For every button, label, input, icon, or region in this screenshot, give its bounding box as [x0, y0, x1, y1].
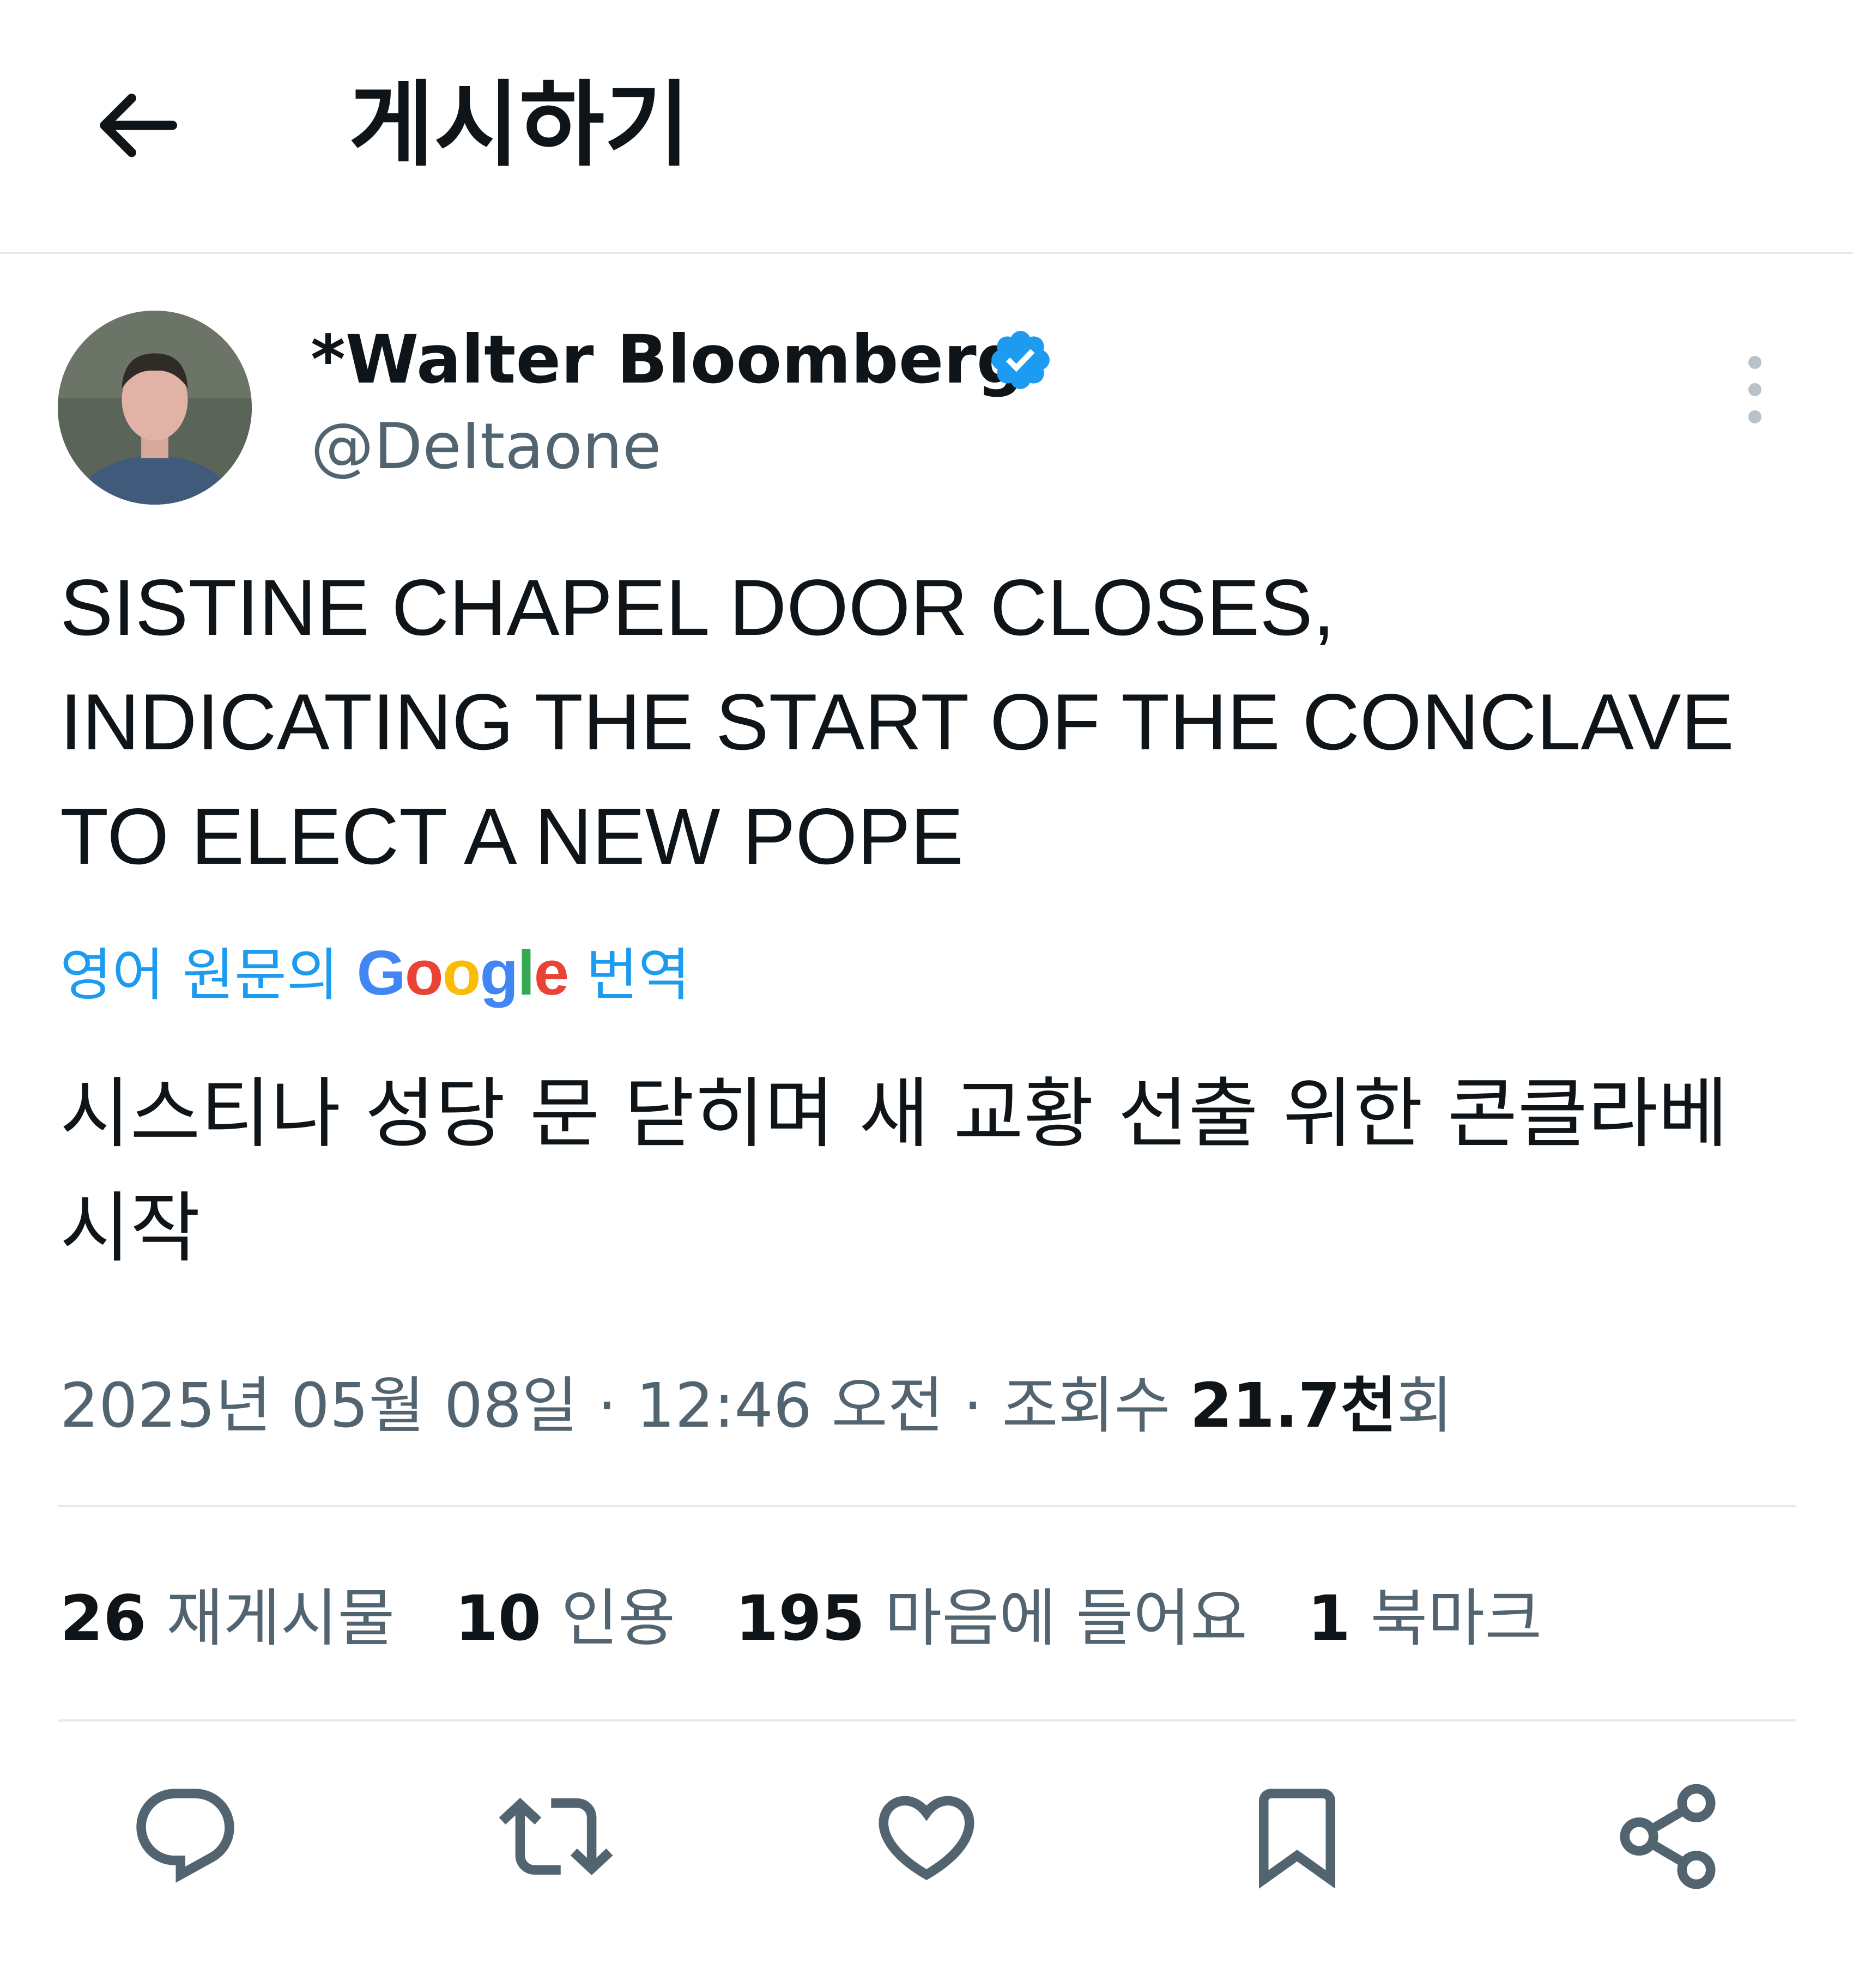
google-logo: Google	[356, 937, 570, 1008]
translate-link[interactable]: 영어 원문의 Google 번역	[60, 929, 691, 1019]
bookmark-button[interactable]	[1240, 1779, 1354, 1894]
avatar-image	[58, 311, 252, 505]
bookmarks-label: 북마크	[1370, 1582, 1542, 1654]
repost-icon	[499, 1797, 613, 1876]
verified-badge-icon	[986, 326, 1055, 394]
likes-stat[interactable]: 195 마음에 들어요	[735, 1575, 1248, 1662]
tweet-text: SISTINE CHAPEL DOOR CLOSES, INDICATING T…	[60, 563, 1734, 881]
engagement-stats: 26 재게시물 10 인용 195 마음에 들어요 1 북마크	[60, 1575, 1542, 1662]
translated-text: 시스티나 성당 문 닫히며 새 교황 선출 위한 콘클라베 시작	[60, 1070, 1728, 1273]
reply-button[interactable]	[128, 1779, 243, 1894]
bookmarks-count: 1	[1307, 1582, 1351, 1654]
more-vertical-icon	[1748, 356, 1761, 423]
views-suffix: 회	[1396, 1371, 1453, 1441]
share-icon	[1620, 1784, 1716, 1889]
reposts-stat[interactable]: 26 재게시물	[60, 1575, 395, 1662]
bookmarks-stat[interactable]: 1 북마크	[1307, 1575, 1542, 1662]
header-divider	[0, 252, 1853, 254]
reposts-label: 재게시물	[166, 1582, 395, 1654]
bookmark-icon	[1259, 1789, 1335, 1889]
reposts-count: 26	[60, 1582, 147, 1654]
reply-icon	[136, 1789, 234, 1883]
divider	[58, 1505, 1796, 1507]
arrow-left-icon	[100, 93, 177, 157]
views-label: 조회수	[1002, 1371, 1171, 1441]
tweet-meta: 2025년 05월 08일 · 12:46 오전 · 조회수 21.7천회	[60, 1362, 1453, 1450]
quotes-label: 인용	[561, 1582, 676, 1654]
like-icon	[879, 1796, 974, 1881]
quotes-count: 10	[455, 1582, 542, 1654]
translate-prefix: 영어 원문의	[60, 942, 339, 1008]
timestamp[interactable]: 2025년 05월 08일 · 12:46 오전	[60, 1371, 944, 1441]
like-button[interactable]	[869, 1779, 984, 1894]
share-button[interactable]	[1610, 1779, 1725, 1894]
likes-label: 마음에 들어요	[885, 1582, 1248, 1654]
divider	[58, 1719, 1796, 1722]
avatar[interactable]	[58, 311, 252, 505]
more-options-button[interactable]	[1728, 349, 1782, 431]
likes-count: 195	[735, 1582, 865, 1654]
page-title: 게시하기	[349, 71, 690, 179]
back-button[interactable]	[82, 71, 191, 180]
repost-button[interactable]	[499, 1779, 613, 1894]
author-name[interactable]: *Walter Bloomberg	[311, 319, 1024, 401]
translate-suffix: 번역	[586, 942, 691, 1008]
views-count: 21.7천	[1190, 1371, 1397, 1441]
top-bar	[0, 0, 1853, 252]
meta-separator: ·	[963, 1371, 983, 1441]
quotes-stat[interactable]: 10 인용	[455, 1575, 675, 1662]
author-handle[interactable]: @DeItaone	[311, 406, 661, 488]
